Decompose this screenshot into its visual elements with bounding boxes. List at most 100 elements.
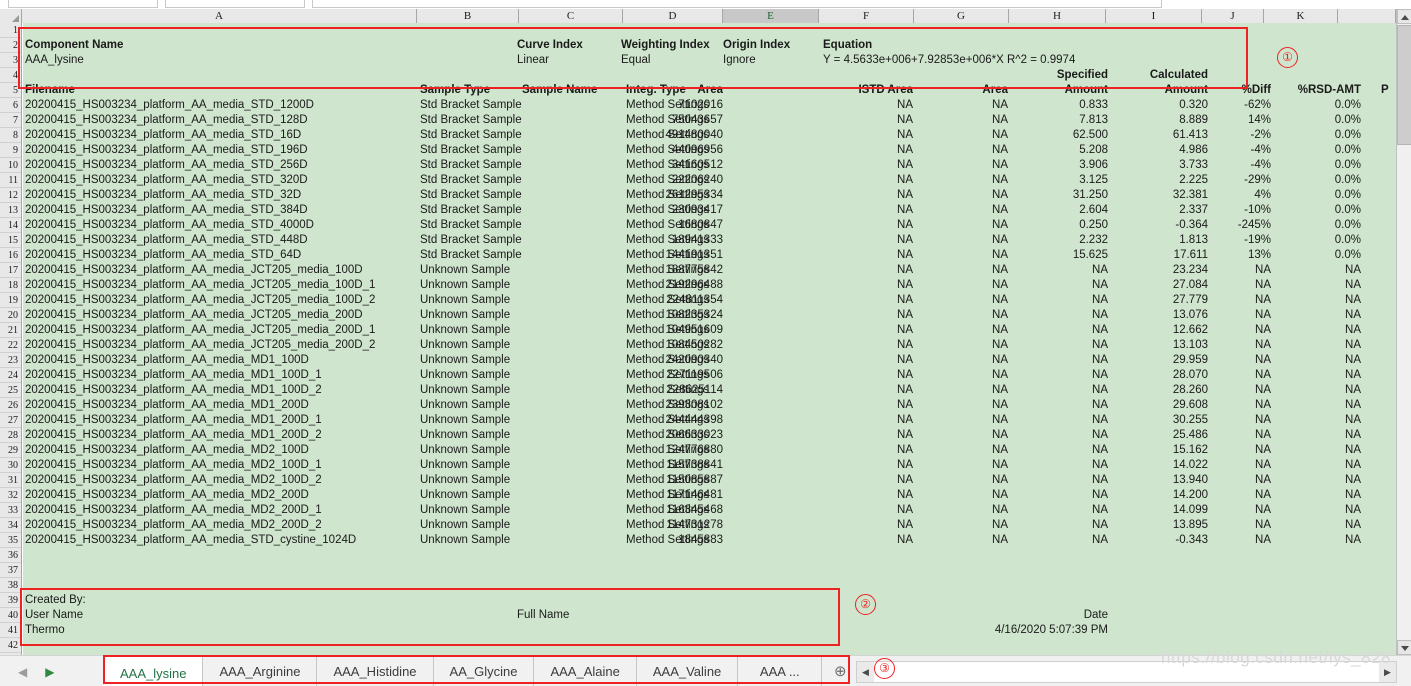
cell-area-2[interactable]: NA [992, 368, 1008, 383]
cell-filename[interactable]: 20200415_HS003234_platform_AA_media_STD_… [25, 188, 301, 203]
row-header-14[interactable]: 14 [0, 218, 21, 233]
row-header-4[interactable]: 4 [0, 68, 21, 83]
cell-calculated-amount[interactable]: 2.337 [1179, 203, 1208, 218]
cell-area-2[interactable]: NA [992, 218, 1008, 233]
cell-pct-diff[interactable]: -4% [1251, 143, 1271, 158]
cell-calculated-amount[interactable]: 23.234 [1173, 263, 1208, 278]
cell-pct-rsd-amt[interactable]: NA [1345, 398, 1361, 413]
toolbar-box-1[interactable] [8, 0, 158, 8]
column-header-F[interactable]: F [819, 9, 914, 23]
col-header-truncated[interactable]: P [1381, 83, 1389, 98]
row-header-22[interactable]: 22 [0, 338, 21, 353]
cell-specified-amount[interactable]: 0.250 [1079, 218, 1108, 233]
cell-specified-amount[interactable]: 3.125 [1079, 173, 1108, 188]
cell-specified-amount[interactable]: NA [1092, 443, 1108, 458]
cell-istd-area[interactable]: NA [897, 293, 913, 308]
cell-specified-amount[interactable]: 7.813 [1079, 113, 1108, 128]
scroll-up-button[interactable] [1397, 9, 1411, 24]
cell-specified-amount[interactable]: NA [1092, 398, 1108, 413]
cell-pct-diff[interactable]: 14% [1248, 113, 1271, 128]
cell-calculated-amount[interactable]: 14.200 [1173, 488, 1208, 503]
cell-sample-type[interactable]: Std Bracket Sample [420, 173, 522, 188]
cell-pct-diff[interactable]: NA [1255, 518, 1271, 533]
cell-istd-area[interactable]: NA [897, 533, 913, 548]
cell-area-2[interactable]: NA [992, 293, 1008, 308]
cell-area-2[interactable]: NA [992, 113, 1008, 128]
cell-istd-area[interactable]: NA [897, 428, 913, 443]
cell-pct-rsd-amt[interactable]: NA [1345, 308, 1361, 323]
cell-calculated-amount[interactable]: 61.413 [1173, 128, 1208, 143]
cell-specified-amount[interactable]: 2.604 [1079, 203, 1108, 218]
cell-area[interactable]: 108450282 [665, 338, 723, 353]
cell-sample-type[interactable]: Std Bracket Sample [420, 158, 522, 173]
column-header-J[interactable]: J [1202, 9, 1264, 23]
cell-specified-amount[interactable]: 31.250 [1073, 188, 1108, 203]
vertical-scroll-thumb[interactable] [1397, 25, 1411, 145]
cell-calculated-amount[interactable]: 8.889 [1179, 113, 1208, 128]
scroll-down-button[interactable] [1397, 640, 1411, 655]
cell-istd-area[interactable]: NA [897, 413, 913, 428]
col-header-pct-diff[interactable]: %Diff [1242, 83, 1271, 98]
cell-pct-rsd-amt[interactable]: NA [1345, 263, 1361, 278]
cell-area-2[interactable]: NA [992, 128, 1008, 143]
cell-specified-amount[interactable]: NA [1092, 278, 1108, 293]
cell-area-2[interactable]: NA [992, 263, 1008, 278]
cell-sample-type[interactable]: Unknown Sample [420, 263, 510, 278]
row-header-19[interactable]: 19 [0, 293, 21, 308]
col-header-filename[interactable]: Filename [25, 83, 75, 98]
cell-area-2[interactable]: NA [992, 203, 1008, 218]
label-origin-index[interactable]: Origin Index [723, 38, 790, 53]
row-header-3[interactable]: 3 [0, 53, 21, 68]
sheet-tab-3[interactable]: AA_Glycine [433, 656, 535, 686]
cell-area[interactable]: 124776880 [665, 443, 723, 458]
cell-calculated-amount[interactable]: 17.611 [1174, 248, 1208, 263]
row-header-37[interactable]: 37 [0, 563, 21, 578]
cell-sample-type[interactable]: Unknown Sample [420, 518, 510, 533]
col-header-area-2[interactable]: Area [982, 83, 1008, 98]
cell-area[interactable]: 219296488 [665, 278, 723, 293]
cell-sample-type[interactable]: Std Bracket Sample [420, 218, 522, 233]
cell-pct-rsd-amt[interactable]: NA [1345, 353, 1361, 368]
cell-calculated-amount[interactable]: 15.162 [1173, 443, 1208, 458]
cell-istd-area[interactable]: NA [897, 518, 913, 533]
col-header-calculated-amount[interactable]: Amount [1165, 83, 1208, 98]
cell-area-2[interactable]: NA [992, 398, 1008, 413]
cell-pct-diff[interactable]: NA [1255, 503, 1271, 518]
cell-area[interactable]: 44096956 [672, 143, 723, 158]
cell-sample-type[interactable]: Unknown Sample [420, 293, 510, 308]
cell-pct-rsd-amt[interactable]: NA [1345, 503, 1361, 518]
column-header-G[interactable]: G [914, 9, 1009, 23]
cell-pct-rsd-amt[interactable]: 0.0% [1335, 203, 1361, 218]
row-header-25[interactable]: 25 [0, 383, 21, 398]
cell-specified-amount[interactable]: NA [1092, 383, 1108, 398]
label-component-name[interactable]: Component Name [25, 38, 123, 53]
cell-istd-area[interactable]: NA [897, 128, 913, 143]
value-weighting-index[interactable]: Equal [621, 53, 650, 68]
cell-filename[interactable]: 20200415_HS003234_platform_AA_media_MD1_… [25, 428, 322, 443]
row-header-6[interactable]: 6 [0, 98, 21, 113]
cell-sample-type[interactable]: Unknown Sample [420, 503, 510, 518]
row-header-36[interactable]: 36 [0, 548, 21, 563]
cell-filename[interactable]: 20200415_HS003234_platform_AA_media_JCT2… [25, 323, 375, 338]
cell-specified-amount[interactable]: 0.833 [1079, 98, 1108, 113]
cell-specified-amount[interactable]: NA [1092, 533, 1108, 548]
label-specified[interactable]: Specified [1057, 68, 1108, 83]
cell-area[interactable]: 261295334 [665, 188, 723, 203]
label-created-by[interactable]: Created By: [25, 593, 86, 608]
cell-specified-amount[interactable]: NA [1092, 353, 1108, 368]
cell-istd-area[interactable]: NA [897, 248, 913, 263]
value-equation[interactable]: Y = 4.5633e+006+7.92853e+006*X R^2 = 0.9… [823, 53, 1075, 68]
cell-area-2[interactable]: NA [992, 488, 1008, 503]
cell-istd-area[interactable]: NA [897, 383, 913, 398]
cell-area-2[interactable]: NA [992, 428, 1008, 443]
cell-sample-type[interactable]: Unknown Sample [420, 338, 510, 353]
col-header-sample-name[interactable]: Sample Name [522, 83, 597, 98]
row-header-31[interactable]: 31 [0, 473, 21, 488]
cell-calculated-amount[interactable]: 28.070 [1173, 368, 1208, 383]
cell-pct-diff[interactable]: NA [1255, 368, 1271, 383]
cell-pct-diff[interactable]: NA [1255, 263, 1271, 278]
cell-calculated-amount[interactable]: -0.364 [1175, 218, 1208, 233]
row-header-27[interactable]: 27 [0, 413, 21, 428]
cell-pct-diff[interactable]: -19% [1244, 233, 1271, 248]
row-header-39[interactable]: 39 [0, 593, 21, 608]
